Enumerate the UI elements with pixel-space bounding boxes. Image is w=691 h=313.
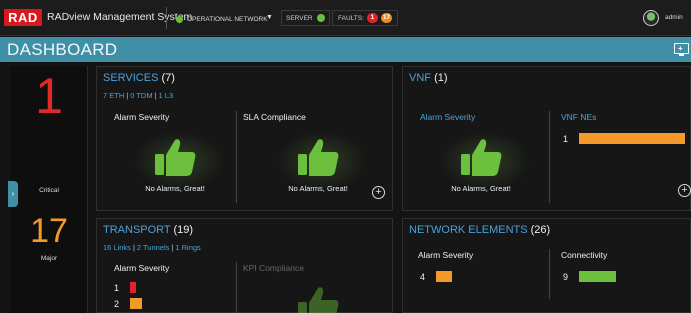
thumbs-up-icon <box>298 139 339 176</box>
vnf-alarm-message: No Alarms, Great! <box>451 184 511 193</box>
services-alarm-label: Alarm Severity <box>114 112 170 122</box>
services-links: 7 ETH | 0 TDM | 1 L3 <box>103 91 174 100</box>
sidebar-expand-button[interactable]: › <box>8 181 18 207</box>
major-label: Major <box>40 255 58 262</box>
divider <box>236 262 237 313</box>
chevron-down-icon[interactable]: ▼ <box>266 14 273 21</box>
bar <box>436 271 452 282</box>
thumbs-up-icon <box>298 287 339 313</box>
row-value: 1 <box>114 282 120 293</box>
vnf-ne-bar[interactable]: 1 <box>563 133 685 144</box>
add-icon[interactable]: + <box>678 184 691 197</box>
top-bar: RAD RADview Management System OPERATIONA… <box>0 0 691 36</box>
bar-value: 9 <box>563 271 569 282</box>
sla-message: No Alarms, Great! <box>288 184 348 193</box>
divider <box>549 249 550 299</box>
row-value: 2 <box>114 298 120 309</box>
thumbs-up-icon <box>461 139 502 176</box>
divider <box>166 7 167 29</box>
link-eth[interactable]: 7 ETH <box>103 91 124 100</box>
vnf-nes-label: VNF NEs <box>561 112 597 122</box>
faults-label: FAULTS: <box>338 14 364 22</box>
add-widget-icon[interactable]: + <box>674 43 689 56</box>
vnf-card: VNF (1) Alarm Severity VNF NEs 1 No Alar… <box>402 66 691 211</box>
faults-summary[interactable]: FAULTS: 1 17 <box>332 10 399 26</box>
rad-logo: RAD <box>4 9 42 26</box>
ne-alarm-label: Alarm Severity <box>418 250 474 260</box>
ne-connectivity-label: Connectivity <box>561 250 608 260</box>
bar <box>579 133 685 144</box>
app-title: RADview Management System <box>47 11 193 23</box>
link-links[interactable]: 16 Links <box>103 243 131 252</box>
page-title: DASHBOARD <box>7 40 118 59</box>
services-alarm-message: No Alarms, Great! <box>145 184 205 193</box>
link-tunnels[interactable]: 2 Tunnels <box>137 243 170 252</box>
thumbs-up-icon <box>155 139 196 176</box>
server-status[interactable]: SERVER <box>281 10 330 26</box>
transport-alarm-label: Alarm Severity <box>114 263 170 273</box>
network-elements-card: NETWORK ELEMENTS (26) Alarm Severity Con… <box>402 218 691 313</box>
network-status[interactable]: OPERATIONAL NETWORK <box>176 13 268 25</box>
ne-connectivity-bar[interactable]: 9 <box>563 271 616 282</box>
network-elements-title[interactable]: NETWORK ELEMENTS (26) <box>409 224 550 236</box>
bar <box>579 271 616 282</box>
user-avatar-icon[interactable] <box>643 10 659 26</box>
critical-label: Critical <box>39 187 59 194</box>
alarm-summary-panel: 1 Critical 17 Major <box>10 66 88 313</box>
major-bar <box>130 298 142 309</box>
dashboard-header: DASHBOARD + <box>0 37 691 62</box>
ne-alarm-bar[interactable]: 4 <box>420 271 452 282</box>
bar-value: 4 <box>420 271 426 282</box>
vnf-title[interactable]: VNF (1) <box>409 72 448 84</box>
critical-bar <box>130 282 136 293</box>
link-tdm[interactable]: 0 TDM <box>130 91 152 100</box>
transport-major-row[interactable]: 2 <box>114 298 142 309</box>
link-rings[interactable]: 1 Rings <box>175 243 200 252</box>
server-ok-icon <box>316 14 325 22</box>
critical-count[interactable]: 1 <box>10 68 88 124</box>
transport-card: TRANSPORT (19) 16 Links | 2 Tunnels | 1 Ring… <box>96 218 393 313</box>
transport-links: 16 Links | 2 Tunnels | 1 Rings <box>103 243 201 252</box>
transport-title[interactable]: TRANSPORT (19) <box>103 224 193 236</box>
services-title[interactable]: SERVICES (7) <box>103 72 175 84</box>
transport-critical-row[interactable]: 1 <box>114 282 136 293</box>
status-ok-icon <box>176 15 183 23</box>
kpi-label: KPI Compliance <box>243 263 304 273</box>
bar-value: 1 <box>563 133 569 144</box>
services-card: SERVICES (7) 7 ETH | 0 TDM | 1 L3 Alarm Seve… <box>96 66 393 211</box>
divider <box>236 111 237 203</box>
vnf-alarm-label: Alarm Severity <box>420 112 476 122</box>
divider <box>549 111 550 203</box>
server-label: SERVER <box>286 14 313 22</box>
link-l3[interactable]: 1 L3 <box>159 91 174 100</box>
major-count[interactable]: 17 <box>10 211 88 251</box>
critical-faults-badge: 1 <box>366 13 378 23</box>
add-icon[interactable]: + <box>372 186 385 199</box>
network-status-label: OPERATIONAL NETWORK <box>187 15 268 23</box>
user-name[interactable]: admin <box>665 14 683 21</box>
sla-label: SLA Compliance <box>243 112 306 122</box>
major-faults-badge: 17 <box>380 13 393 23</box>
